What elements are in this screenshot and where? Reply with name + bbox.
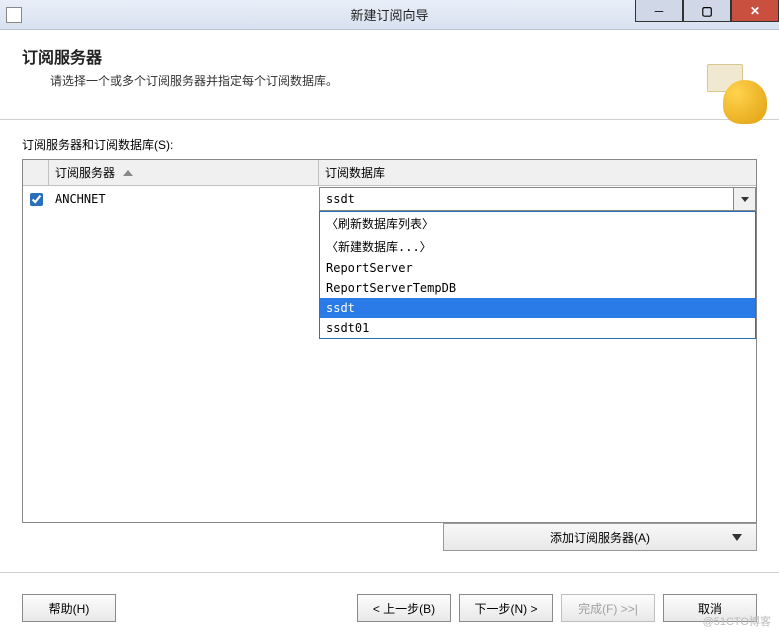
row-check-cell[interactable] xyxy=(23,186,49,212)
col-header-server[interactable]: 订阅服务器 xyxy=(49,160,319,185)
titlebar: 新建订阅向导 ─ ▢ ✕ xyxy=(0,0,779,30)
db-combobox-value[interactable]: ssdt xyxy=(319,187,734,211)
help-button[interactable]: 帮助(H) xyxy=(22,594,116,622)
dropdown-item-reportservertempdb[interactable]: ReportServerTempDB xyxy=(320,278,755,298)
content: 订阅服务器 请选择一个或多个订阅服务器并指定每个订阅数据库。 订阅服务器和订阅数… xyxy=(0,30,779,531)
footer: 帮助(H) < 上一步(B) 下一步(N) > 完成(F) >>| 取消 xyxy=(0,581,779,635)
cancel-button[interactable]: 取消 xyxy=(663,594,757,622)
page-subtitle: 请选择一个或多个订阅服务器并指定每个订阅数据库。 xyxy=(50,72,757,89)
grid-label: 订阅服务器和订阅数据库(S): xyxy=(22,136,757,153)
wizard-header: 订阅服务器 请选择一个或多个订阅服务器并指定每个订阅数据库。 xyxy=(0,30,779,120)
page-title: 订阅服务器 xyxy=(22,44,757,68)
dropdown-item-refresh[interactable]: 〈刷新数据库列表〉 xyxy=(320,212,755,235)
database-icon xyxy=(707,64,767,124)
window-controls: ─ ▢ ✕ xyxy=(635,0,779,22)
footer-separator xyxy=(0,572,779,573)
table-row: ANCHNET ssdt 〈刷新数据库列表〉 〈新建数据库...〉 Report… xyxy=(23,186,756,212)
add-subscriber-button[interactable]: 添加订阅服务器(A) xyxy=(443,523,757,551)
db-combobox-button[interactable] xyxy=(734,187,756,211)
chevron-down-icon xyxy=(741,197,749,202)
dropdown-item-reportserver[interactable]: ReportServer xyxy=(320,258,755,278)
grid-header-row: 订阅服务器 订阅数据库 xyxy=(23,160,756,186)
subscriber-grid: 订阅服务器 订阅数据库 ANCHNET ssdt xyxy=(22,159,757,523)
dropdown-item-new[interactable]: 〈新建数据库...〉 xyxy=(320,235,755,258)
add-subscriber-label: 添加订阅服务器(A) xyxy=(550,529,650,546)
col-header-db[interactable]: 订阅数据库 xyxy=(319,160,756,185)
back-button[interactable]: < 上一步(B) xyxy=(357,594,451,622)
row-db-cell: ssdt 〈刷新数据库列表〉 〈新建数据库...〉 ReportServer R… xyxy=(319,186,756,212)
db-dropdown-list: 〈刷新数据库列表〉 〈新建数据库...〉 ReportServer Report… xyxy=(319,211,756,339)
app-icon xyxy=(6,7,22,23)
chevron-down-icon xyxy=(732,534,742,541)
row-checkbox[interactable] xyxy=(30,193,43,206)
col-header-check[interactable] xyxy=(23,160,49,185)
next-button[interactable]: 下一步(N) > xyxy=(459,594,553,622)
col-server-label: 订阅服务器 xyxy=(55,164,115,181)
window-title: 新建订阅向导 xyxy=(350,5,428,24)
close-button[interactable]: ✕ xyxy=(731,0,779,22)
row-server-cell: ANCHNET xyxy=(49,186,319,212)
finish-button: 完成(F) >>| xyxy=(561,594,655,622)
minimize-button[interactable]: ─ xyxy=(635,0,683,22)
sort-asc-icon xyxy=(123,170,133,176)
maximize-button[interactable]: ▢ xyxy=(683,0,731,22)
col-db-label: 订阅数据库 xyxy=(325,164,385,181)
dropdown-item-ssdt[interactable]: ssdt xyxy=(320,298,755,318)
dropdown-item-ssdt01[interactable]: ssdt01 xyxy=(320,318,755,338)
main-area: 订阅服务器和订阅数据库(S): 订阅服务器 订阅数据库 ANCHNET ssdt xyxy=(0,120,779,531)
